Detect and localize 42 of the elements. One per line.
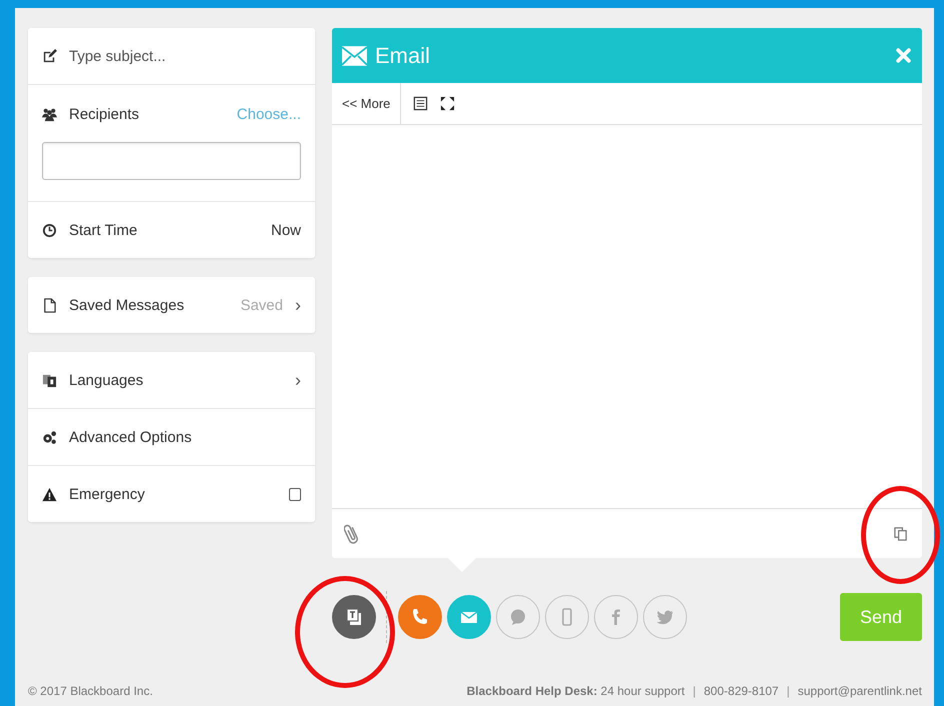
chat-icon	[508, 607, 528, 627]
phone-number: 800-829-8107	[704, 684, 779, 698]
start-time-value: Now	[270, 222, 301, 238]
option-label: Recipients	[69, 106, 140, 122]
twitter-channel-button[interactable]	[643, 595, 687, 639]
editor-title: Email	[375, 42, 430, 68]
paperclip-icon[interactable]	[344, 522, 360, 546]
option-label: Languages	[69, 372, 144, 388]
email-channel-button[interactable]	[447, 595, 491, 639]
facebook-channel-button[interactable]	[594, 595, 638, 639]
option-label: Saved Messages	[69, 296, 184, 314]
copy-icon[interactable]	[893, 526, 908, 541]
mobile-channel-button[interactable]	[545, 595, 589, 639]
template-button[interactable]	[332, 595, 376, 639]
option-label: Advanced Options	[69, 428, 192, 446]
subject-field[interactable]: Type subject...	[69, 48, 301, 64]
users-icon	[42, 106, 57, 122]
separator: |	[786, 684, 790, 698]
fullscreen-icon[interactable]	[440, 96, 456, 111]
phone-channel-button[interactable]	[398, 595, 442, 639]
envelope-icon	[342, 46, 367, 66]
chat-channel-button[interactable]	[496, 595, 540, 639]
option-label: Start Time	[69, 222, 138, 238]
support-email: support@parentlink.net	[798, 684, 922, 698]
copyright-text: © 2017 Blackboard Inc.	[28, 684, 153, 698]
helpdesk-text: Blackboard Help Desk: 24 hour support	[466, 684, 685, 698]
recipients-field[interactable]	[42, 142, 301, 180]
chevron-icon[interactable]: ›	[295, 370, 301, 390]
source-icon[interactable]	[413, 96, 428, 111]
template-icon	[344, 607, 364, 627]
warning-icon	[42, 486, 57, 502]
gears-icon	[42, 430, 57, 444]
close-icon[interactable]	[895, 47, 912, 64]
edit-icon	[42, 48, 57, 64]
file-icon	[42, 298, 57, 312]
phone-icon	[410, 607, 430, 627]
saved-hint: Saved	[240, 296, 283, 314]
clock-icon	[42, 222, 57, 238]
option-label: Emergency	[69, 486, 145, 502]
separator: |	[692, 684, 696, 698]
chevron-icon[interactable]: ›	[295, 294, 301, 316]
emergency-checkbox[interactable]	[289, 488, 301, 500]
